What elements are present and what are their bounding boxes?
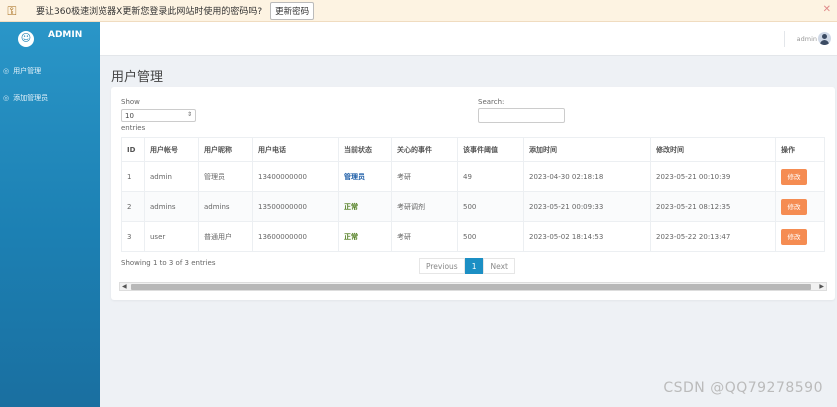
cell-created: 2023-04-30 02:18:18 bbox=[523, 161, 651, 192]
table-row: 2 admins admins 13500000000 正常 考研调剂 500 … bbox=[121, 191, 825, 222]
brand-name: ADMIN bbox=[48, 30, 83, 40]
notice-message: 要让360极速浏览器X更新您登录此网站时使用的密码吗? bbox=[36, 7, 263, 17]
cell-id: 2 bbox=[121, 191, 145, 222]
cell-threshold: 500 bbox=[457, 191, 524, 222]
page-length-select[interactable]: 10 ⇕ bbox=[121, 109, 196, 122]
cell-event: 考研 bbox=[391, 161, 458, 192]
search-label: Search: bbox=[478, 98, 505, 106]
scrollbar-thumb[interactable] bbox=[131, 284, 811, 290]
page-1-button[interactable]: 1 bbox=[464, 258, 484, 274]
cell-phone: 13600000000 bbox=[252, 221, 339, 252]
user-table-card: Show 10 ⇕ entries Search: ID 用户帐号 用户昵称 用… bbox=[111, 87, 835, 300]
cell-modified: 2023-05-21 08:12:35 bbox=[650, 191, 776, 222]
col-event[interactable]: 关心的事件 bbox=[391, 137, 458, 162]
col-modified[interactable]: 修改时间 bbox=[650, 137, 776, 162]
cell-account: admins bbox=[144, 191, 199, 222]
cell-id: 3 bbox=[121, 221, 145, 252]
sidebar-item-label: 添加管理员 bbox=[13, 94, 49, 102]
cell-status: 管理员 bbox=[338, 161, 392, 192]
scroll-right-icon[interactable]: ▶ bbox=[819, 283, 824, 290]
cell-nickname: 普通用户 bbox=[198, 221, 253, 252]
cell-account: admin bbox=[144, 161, 199, 192]
cell-action: 修改 bbox=[775, 221, 825, 252]
search-input[interactable] bbox=[478, 108, 565, 123]
avatar[interactable] bbox=[818, 32, 831, 45]
table-info: Showing 1 to 3 of 3 entries bbox=[121, 259, 216, 267]
col-action: 操作 bbox=[775, 137, 825, 162]
cell-nickname: 管理员 bbox=[198, 161, 253, 192]
cell-modified: 2023-05-22 20:13:47 bbox=[650, 221, 776, 252]
next-button[interactable]: Next bbox=[483, 258, 515, 274]
cell-status: 正常 bbox=[338, 191, 392, 222]
show-label: Show bbox=[121, 98, 140, 106]
scroll-left-icon[interactable]: ◀ bbox=[122, 283, 127, 290]
cell-id: 1 bbox=[121, 161, 145, 192]
top-header: admin bbox=[100, 22, 837, 56]
col-id[interactable]: ID bbox=[121, 137, 145, 162]
cell-action: 修改 bbox=[775, 191, 825, 222]
cell-created: 2023-05-02 18:14:53 bbox=[523, 221, 651, 252]
col-phone[interactable]: 用户电话 bbox=[252, 137, 339, 162]
edit-button[interactable]: 修改 bbox=[781, 168, 807, 185]
cell-account: user bbox=[144, 221, 199, 252]
cell-action: 修改 bbox=[775, 161, 825, 192]
logo-icon: ☺ bbox=[18, 31, 34, 47]
sidebar-item-label: 用户管理 bbox=[13, 67, 42, 75]
col-threshold[interactable]: 该事件阈值 bbox=[457, 137, 524, 162]
password-update-bar: ⚿ 要让360极速浏览器X更新您登录此网站时使用的密码吗? 更新密码 ✕ bbox=[0, 0, 837, 22]
cell-modified: 2023-05-21 00:10:39 bbox=[650, 161, 776, 192]
cell-event: 考研 bbox=[391, 221, 458, 252]
table-header-row: ID 用户帐号 用户昵称 用户电话 当前状态 关心的事件 该事件阈值 添加时间 … bbox=[121, 137, 825, 162]
edit-button[interactable]: 修改 bbox=[781, 228, 807, 245]
sidebar-item-user-management[interactable]: ◎ 用户管理 bbox=[0, 64, 100, 78]
table-row: 3 user 普通用户 13600000000 正常 考研 500 2023-0… bbox=[121, 221, 825, 252]
update-password-button[interactable]: 更新密码 bbox=[270, 1, 315, 20]
cell-status: 正常 bbox=[338, 221, 392, 252]
pagination: Previous 1 Next bbox=[419, 258, 515, 274]
entries-label: entries bbox=[121, 124, 146, 132]
circle-icon: ◎ bbox=[3, 67, 10, 75]
cell-phone: 13500000000 bbox=[252, 191, 339, 222]
watermark: CSDN @QQ79278590 bbox=[663, 380, 823, 396]
sidebar: ☺ ADMIN ◎ 用户管理 ◎ 添加管理员 bbox=[0, 22, 100, 407]
divider bbox=[784, 31, 785, 47]
col-account[interactable]: 用户帐号 bbox=[144, 137, 199, 162]
username[interactable]: admin bbox=[797, 35, 817, 43]
col-status[interactable]: 当前状态 bbox=[338, 137, 392, 162]
brand[interactable]: ☺ ADMIN bbox=[0, 22, 100, 56]
users-table: ID 用户帐号 用户昵称 用户电话 当前状态 关心的事件 该事件阈值 添加时间 … bbox=[121, 137, 825, 252]
table-row: 1 admin 管理员 13400000000 管理员 考研 49 2023-0… bbox=[121, 161, 825, 192]
cell-phone: 13400000000 bbox=[252, 161, 339, 192]
cell-event: 考研调剂 bbox=[391, 191, 458, 222]
edit-button[interactable]: 修改 bbox=[781, 198, 807, 215]
previous-button[interactable]: Previous bbox=[419, 258, 465, 274]
col-created[interactable]: 添加时间 bbox=[523, 137, 651, 162]
updown-icon: ⇕ bbox=[186, 111, 192, 118]
close-icon[interactable]: ✕ bbox=[823, 4, 831, 15]
sidebar-item-add-admin[interactable]: ◎ 添加管理员 bbox=[0, 91, 100, 105]
circle-icon: ◎ bbox=[3, 94, 10, 102]
key-icon: ⚿ bbox=[7, 3, 17, 18]
cell-created: 2023-05-21 00:09:33 bbox=[523, 191, 651, 222]
horizontal-scrollbar[interactable]: ◀ ▶ bbox=[119, 282, 827, 291]
cell-threshold: 49 bbox=[457, 161, 524, 192]
cell-nickname: admins bbox=[198, 191, 253, 222]
cell-threshold: 500 bbox=[457, 221, 524, 252]
col-nickname[interactable]: 用户昵称 bbox=[198, 137, 253, 162]
page-length-value: 10 bbox=[125, 112, 134, 120]
page-title: 用户管理 bbox=[111, 70, 164, 85]
